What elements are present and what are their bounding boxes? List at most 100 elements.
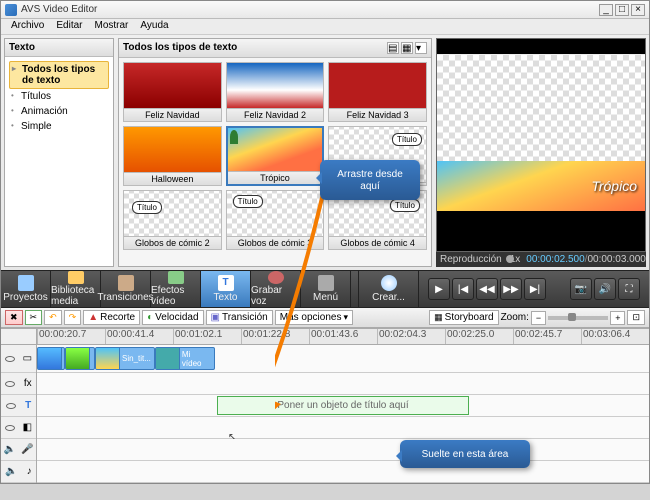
next-frame-button[interactable]: ▶|	[524, 278, 546, 300]
velocidad-button[interactable]: ◐Velocidad	[142, 310, 203, 325]
undo-button[interactable]: ↶	[44, 310, 62, 325]
menu-editar[interactable]: Editar	[50, 19, 88, 34]
play-button[interactable]: ▶	[428, 278, 450, 300]
zoom-fit-button[interactable]: ⊡	[627, 310, 645, 325]
playbar-label: Reproducción	[440, 254, 502, 265]
tab-biblioteca[interactable]: Biblioteca media	[51, 271, 101, 307]
biblioteca-icon	[68, 271, 84, 284]
tracks-area[interactable]: 00:00:20.700:00:41.400:01:02.100:01:22.8…	[37, 329, 649, 483]
view-grid-icon[interactable]: ▦	[401, 42, 413, 54]
menu-mostrar[interactable]: Mostrar	[88, 19, 134, 34]
timeline-toolbar: ✖ ✂ ↶ ↷ ▲Recorte ◐Velocidad ▣Transición …	[1, 308, 649, 328]
fx-icon: fx	[24, 378, 32, 389]
cut-button[interactable]: ✂	[25, 310, 43, 325]
zoom-label: Zoom:	[501, 312, 529, 323]
maximize-button[interactable]: □	[615, 4, 629, 16]
fullscreen-button[interactable]: ⛶	[618, 278, 640, 300]
tree-item-simple[interactable]: Simple	[9, 119, 109, 134]
close-button[interactable]: ×	[631, 4, 645, 16]
menubar: Archivo Editar Mostrar Ayuda	[1, 19, 649, 35]
track-head-audio1[interactable]: 🔈🎤	[1, 439, 36, 461]
mas-opciones-dropdown[interactable]: Más opciones ▾	[275, 310, 353, 325]
proyectos-icon	[18, 275, 34, 291]
time-total: 00:00:03.000	[587, 254, 645, 265]
thumb-globos-2[interactable]: TítuloGlobos de cómic 2	[123, 190, 222, 250]
track-head-effect[interactable]: fx	[1, 373, 36, 395]
recorte-button[interactable]: ▲Recorte	[83, 310, 140, 325]
track-head-audio2[interactable]: 🔈♪	[1, 461, 36, 483]
title-drop-zone[interactable]: Poner un objeto de título aquí	[217, 396, 469, 415]
tab-grabar[interactable]: Grabar voz	[251, 271, 301, 307]
tab-efectos[interactable]: Efectos vídeo	[151, 271, 201, 307]
clip-3[interactable]: Sin_tit...	[95, 347, 155, 370]
clip-1[interactable]	[37, 347, 65, 370]
eye-icon	[6, 403, 16, 409]
minimize-button[interactable]: _	[599, 4, 613, 16]
prev-frame-button[interactable]: |◀	[452, 278, 474, 300]
tree: Todos los tipos de texto Títulos Animaci…	[5, 57, 113, 138]
preview-screen: Trópico	[436, 38, 646, 252]
track-audio2[interactable]	[37, 461, 649, 483]
zoom-out-button[interactable]: −	[531, 311, 546, 325]
track-effect[interactable]	[37, 373, 649, 395]
track-head-text[interactable]: T	[1, 395, 36, 417]
clip-4[interactable]: Mi vídeo	[155, 347, 215, 370]
track-head-video[interactable]: ▭	[1, 345, 36, 373]
tab-proyectos[interactable]: Proyectos	[1, 271, 51, 307]
efectos-icon	[168, 271, 184, 284]
snapshot-button[interactable]: 📷	[570, 278, 592, 300]
volume-button[interactable]: 🔊	[594, 278, 616, 300]
tree-item-animacion[interactable]: Animación	[9, 104, 109, 119]
tool-row: Proyectos Biblioteca media Transiciones …	[1, 270, 649, 308]
redo-button[interactable]: ↷	[64, 310, 82, 325]
forward-button[interactable]: ▶▶	[500, 278, 522, 300]
gallery: Todos los tipos de texto ▤ ▦ ▾ Feliz Nav…	[118, 38, 432, 267]
note-icon: ♪	[27, 466, 32, 477]
thumb-feliz-navidad-2[interactable]: Feliz Navidad 2	[226, 62, 325, 122]
delete-button[interactable]: ✖	[5, 310, 23, 325]
thumb-halloween[interactable]: Halloween	[123, 126, 222, 186]
tree-item-all[interactable]: Todos los tipos de texto	[9, 61, 109, 89]
mic-icon: 🎤	[21, 444, 33, 455]
gallery-header: Todos los tipos de texto ▤ ▦ ▾	[119, 39, 431, 58]
thumb-feliz-navidad-3[interactable]: Feliz Navidad 3	[328, 62, 427, 122]
tab-transiciones[interactable]: Transiciones	[101, 271, 151, 307]
storyboard-button[interactable]: ▦ Storyboard	[429, 310, 498, 325]
crear-button[interactable]: Crear...	[359, 271, 419, 307]
track-head-overlay[interactable]: ◧	[1, 417, 36, 439]
eye-icon	[5, 356, 15, 362]
speaker-icon: 🔈	[5, 466, 17, 477]
rewind-button[interactable]: ◀◀	[476, 278, 498, 300]
track-audio1[interactable]	[37, 439, 649, 461]
view-list-icon[interactable]: ▤	[387, 42, 399, 54]
app-icon	[5, 4, 17, 16]
thumb-globos-3[interactable]: TítuloGlobos de cómic 3	[226, 190, 325, 250]
disc-icon	[381, 275, 397, 291]
track-overlay[interactable]	[37, 417, 649, 439]
menu-ayuda[interactable]: Ayuda	[134, 19, 174, 34]
film-icon: ▭	[23, 353, 32, 364]
preview-panel: Trópico Reproducción 1x 00:00:02.500 / 0…	[436, 38, 646, 267]
window-title: AVS Video Editor	[21, 4, 597, 15]
mic-icon	[268, 271, 284, 284]
speaker-icon: 🔈	[4, 444, 16, 455]
zoom-in-button[interactable]: +	[610, 311, 625, 325]
sort-dropdown-icon[interactable]: ▾	[415, 42, 427, 54]
tab-menu[interactable]: Menú	[301, 271, 351, 307]
preview-title-text: Trópico	[437, 161, 645, 211]
tree-item-titulos[interactable]: Títulos	[9, 89, 109, 104]
main-area: Texto Todos los tipos de texto Títulos A…	[1, 35, 649, 270]
transicion-button[interactable]: ▣Transición	[206, 310, 273, 325]
callout-drop: Suelte en esta área	[400, 440, 530, 468]
track-headers: ▭ fx T ◧ 🔈🎤 🔈♪	[1, 329, 37, 483]
zoom-slider[interactable]	[548, 316, 608, 320]
thumb-feliz-navidad[interactable]: Feliz Navidad	[123, 62, 222, 122]
tab-texto[interactable]: TTexto	[201, 271, 251, 307]
menu-archivo[interactable]: Archivo	[5, 19, 50, 34]
track-text[interactable]: Poner un objeto de título aquí	[37, 395, 649, 417]
gallery-title: Todos los tipos de texto	[123, 42, 385, 54]
clip-2[interactable]	[65, 347, 95, 370]
sidebar-header: Texto	[5, 39, 113, 57]
track-video[interactable]: Sin_tit... Mi vídeo	[37, 345, 649, 373]
overlay-icon: ◧	[23, 422, 32, 433]
